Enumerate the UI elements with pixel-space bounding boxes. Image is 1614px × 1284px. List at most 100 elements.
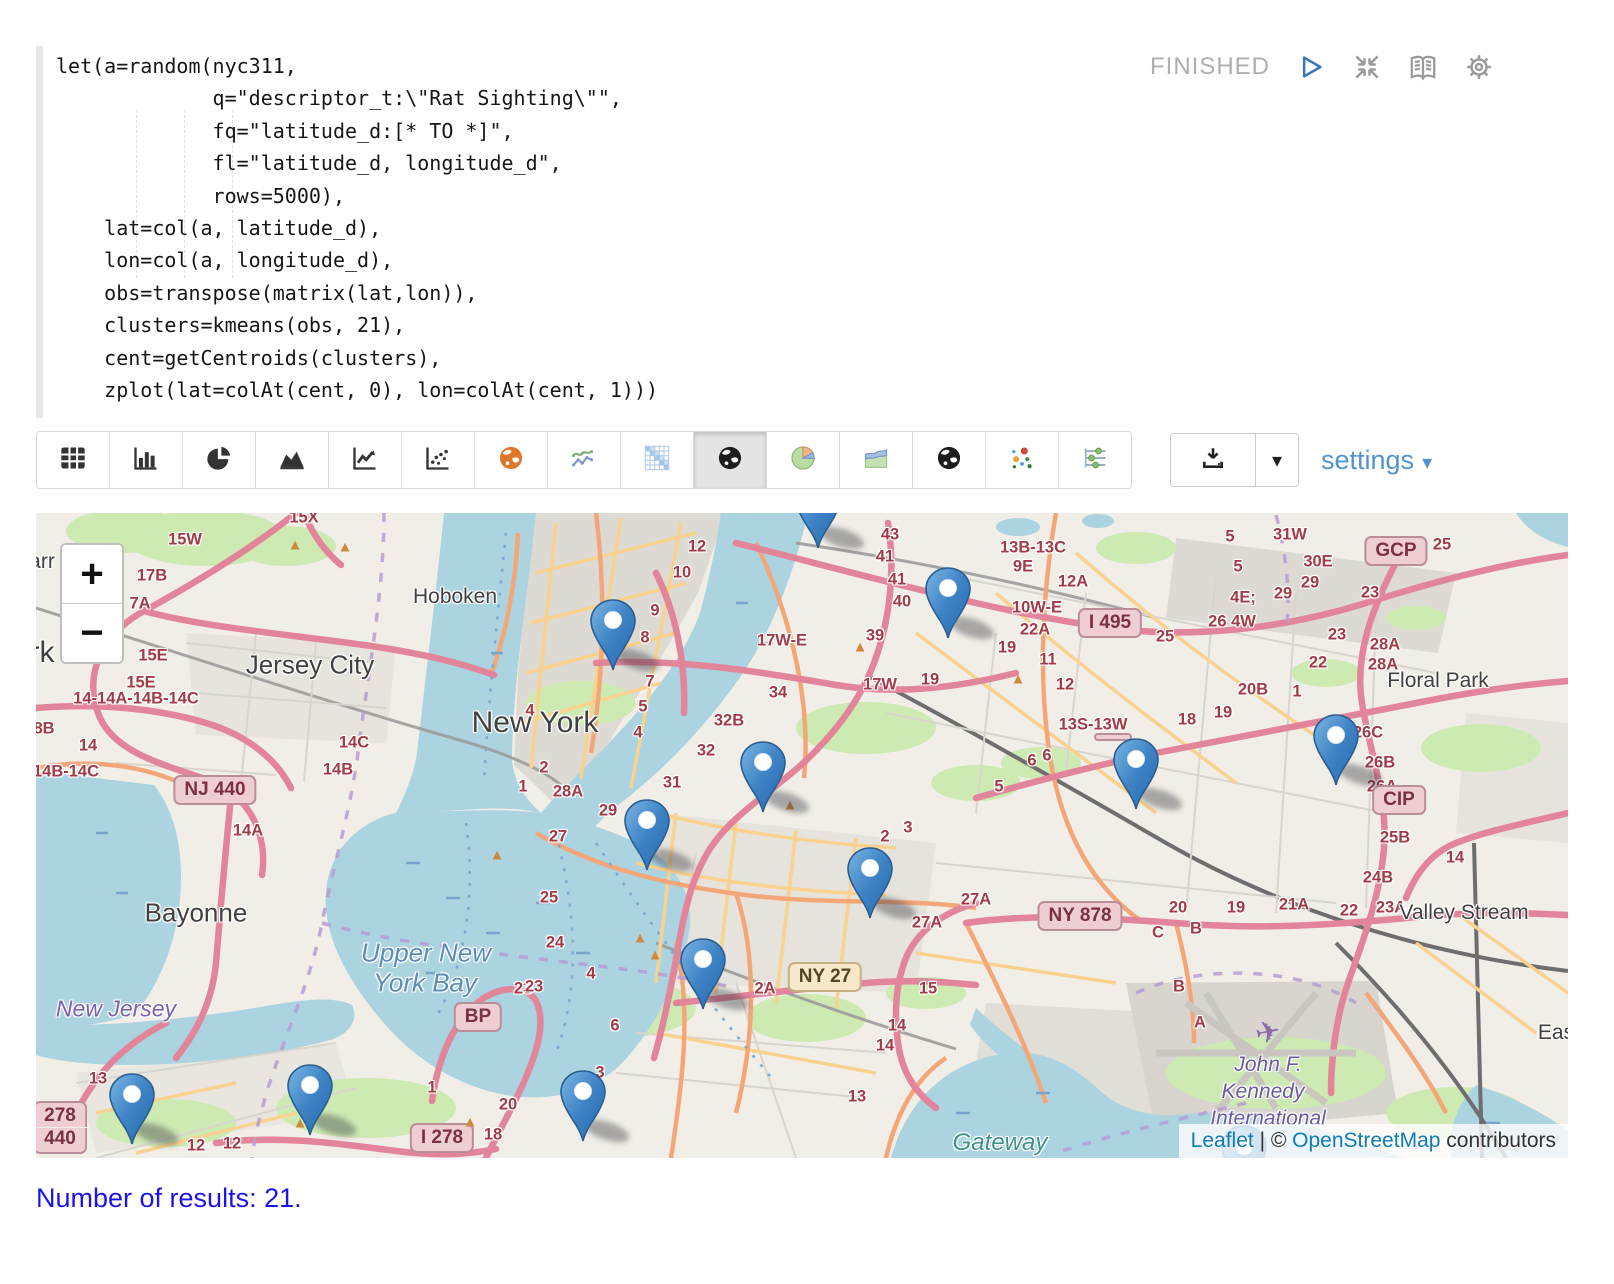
- collapse-icon[interactable]: [1352, 52, 1382, 82]
- road-number-label: 8B: [36, 720, 55, 739]
- road-number-label: 14B: [323, 761, 353, 780]
- route-shield: GCP: [1364, 536, 1427, 566]
- place-label: Floral Park: [1387, 669, 1489, 693]
- road-number-label: 41: [876, 548, 894, 567]
- code-line: clusters=kmeans(obs, 21),: [56, 309, 658, 341]
- editor-gutter: [36, 46, 43, 418]
- scatter-colored-button[interactable]: [986, 432, 1059, 488]
- road-number-label: B: [1190, 920, 1202, 939]
- road-number-label: 40: [893, 593, 911, 612]
- place-label: Hoboken: [413, 585, 497, 609]
- road-number-label: A: [1194, 1014, 1206, 1033]
- scatter-chart-icon: [423, 444, 453, 477]
- road-number-label: C: [1152, 924, 1164, 943]
- road-number-label: 14C: [339, 734, 369, 753]
- settings-label: settings: [1321, 445, 1414, 476]
- road-number-label: 15W: [168, 531, 202, 550]
- multi-line-chart-button[interactable]: [548, 432, 621, 488]
- globe-orange-button[interactable]: [475, 432, 548, 488]
- road-number-label: 4: [586, 965, 595, 984]
- road-number-label: 14: [888, 1017, 906, 1036]
- road-number-label: 41: [888, 571, 906, 590]
- road-number-label: 4: [633, 724, 642, 743]
- code-editor[interactable]: let(a=random(nyc311, q="descriptor_t:\"R…: [56, 50, 658, 406]
- zoom-in-button[interactable]: +: [62, 545, 122, 604]
- road-number-label: B: [1173, 978, 1185, 997]
- code-line: lon=col(a, longitude_d),: [56, 244, 658, 276]
- road-number-label: 23: [525, 978, 543, 997]
- triangle-poi-icon: ▲: [288, 537, 303, 554]
- road-number-label: 13: [89, 1070, 107, 1089]
- road-number-label: 20: [499, 1096, 517, 1115]
- code-line: fq="latitude_d:[* TO *]",: [56, 115, 658, 147]
- road-number-label: 17W-E: [757, 632, 807, 651]
- road-number-label: 22: [1340, 902, 1358, 921]
- heatmap-button[interactable]: [621, 432, 694, 488]
- triangle-poi-icon: ▲: [648, 947, 663, 964]
- road-number-label: 14B-14C: [36, 763, 99, 782]
- line-chart-button[interactable]: [329, 432, 402, 488]
- triangle-poi-icon: ▲: [1011, 671, 1026, 688]
- settings-caret-icon: ▾: [1422, 450, 1432, 475]
- road-number-label: 25: [540, 889, 558, 908]
- road-number-label: 18: [484, 1126, 502, 1145]
- area-chart-icon: [277, 444, 307, 477]
- road-number-label: 2: [539, 759, 548, 778]
- code-line: let(a=random(nyc311,: [56, 50, 658, 82]
- road-number-label: 39: [866, 627, 884, 646]
- road-number-label: 28A: [553, 783, 583, 802]
- road-number-label: 31W: [1273, 526, 1307, 545]
- road-number-label: 34: [769, 684, 787, 703]
- paragraph-controls: FINISHED: [1150, 52, 1494, 82]
- road-number-label: 7A: [129, 595, 150, 614]
- road-number-label: 6: [1042, 747, 1051, 766]
- road-number-label: 27: [549, 828, 567, 847]
- place-label: rk: [36, 636, 55, 670]
- download-caret-button[interactable]: ▾: [1255, 434, 1298, 486]
- bar-chart-button[interactable]: [110, 432, 183, 488]
- place-label: Gateway: [953, 1129, 1048, 1157]
- book-icon[interactable]: [1408, 52, 1438, 82]
- triangle-poi-icon: ▲: [633, 930, 648, 947]
- map-canvas[interactable]: 15W15X17B7A15E15E14-14A-14B-14C148B14B-1…: [36, 513, 1568, 1158]
- result-count-text: Number of results: 21.: [36, 1183, 302, 1214]
- road-number-label: 28A: [1370, 636, 1400, 655]
- globe-map2-button[interactable]: [913, 432, 986, 488]
- bar-chart-icon: [131, 444, 161, 477]
- road-number-label: 22: [1309, 654, 1327, 673]
- scatter-chart-button[interactable]: [402, 432, 475, 488]
- globe-map-button[interactable]: [694, 432, 767, 488]
- triangle-poi-icon: ▲: [853, 639, 868, 656]
- sliders-button[interactable]: [1059, 432, 1131, 488]
- road-number-label: 5: [1233, 558, 1242, 577]
- road-number-label: 11: [1039, 651, 1056, 670]
- area-colored-button[interactable]: [840, 432, 913, 488]
- download-icon: [1200, 445, 1226, 476]
- attribution-divider: | ©: [1254, 1129, 1292, 1152]
- place-label: Upper New: [361, 938, 491, 969]
- leaflet-link[interactable]: Leaflet: [1191, 1129, 1254, 1152]
- code-line: cent=getCentroids(clusters),: [56, 342, 658, 374]
- road-number-label: 17B: [137, 567, 167, 586]
- download-button[interactable]: [1171, 434, 1255, 486]
- road-number-label: 5: [994, 778, 1003, 797]
- settings-toggle[interactable]: settings ▾: [1321, 445, 1432, 476]
- pie-chart-button[interactable]: [183, 432, 256, 488]
- table-button[interactable]: [37, 432, 110, 488]
- road-number-label: 12A: [1058, 573, 1088, 592]
- zoom-out-button[interactable]: −: [62, 604, 122, 662]
- road-number-label: 10W-E: [1012, 599, 1062, 618]
- road-number-label: 29: [1301, 574, 1319, 593]
- area-chart-button[interactable]: [256, 432, 329, 488]
- gear-icon[interactable]: [1464, 52, 1494, 82]
- openstreetmap-link[interactable]: OpenStreetMap: [1292, 1129, 1440, 1152]
- road-number-label: 32: [697, 742, 715, 761]
- notebook-page: { "paragraph": { "status": "FINISHED", "…: [0, 0, 1614, 1284]
- pie-chart-icon: [204, 444, 234, 477]
- scatter-colored-icon: [1007, 444, 1037, 477]
- run-icon[interactable]: [1296, 52, 1326, 82]
- pie-colored-button[interactable]: [767, 432, 840, 488]
- road-number-label: 12: [1056, 676, 1074, 695]
- road-number-label: 25: [1156, 628, 1174, 647]
- road-number-label: 4E;: [1230, 589, 1256, 608]
